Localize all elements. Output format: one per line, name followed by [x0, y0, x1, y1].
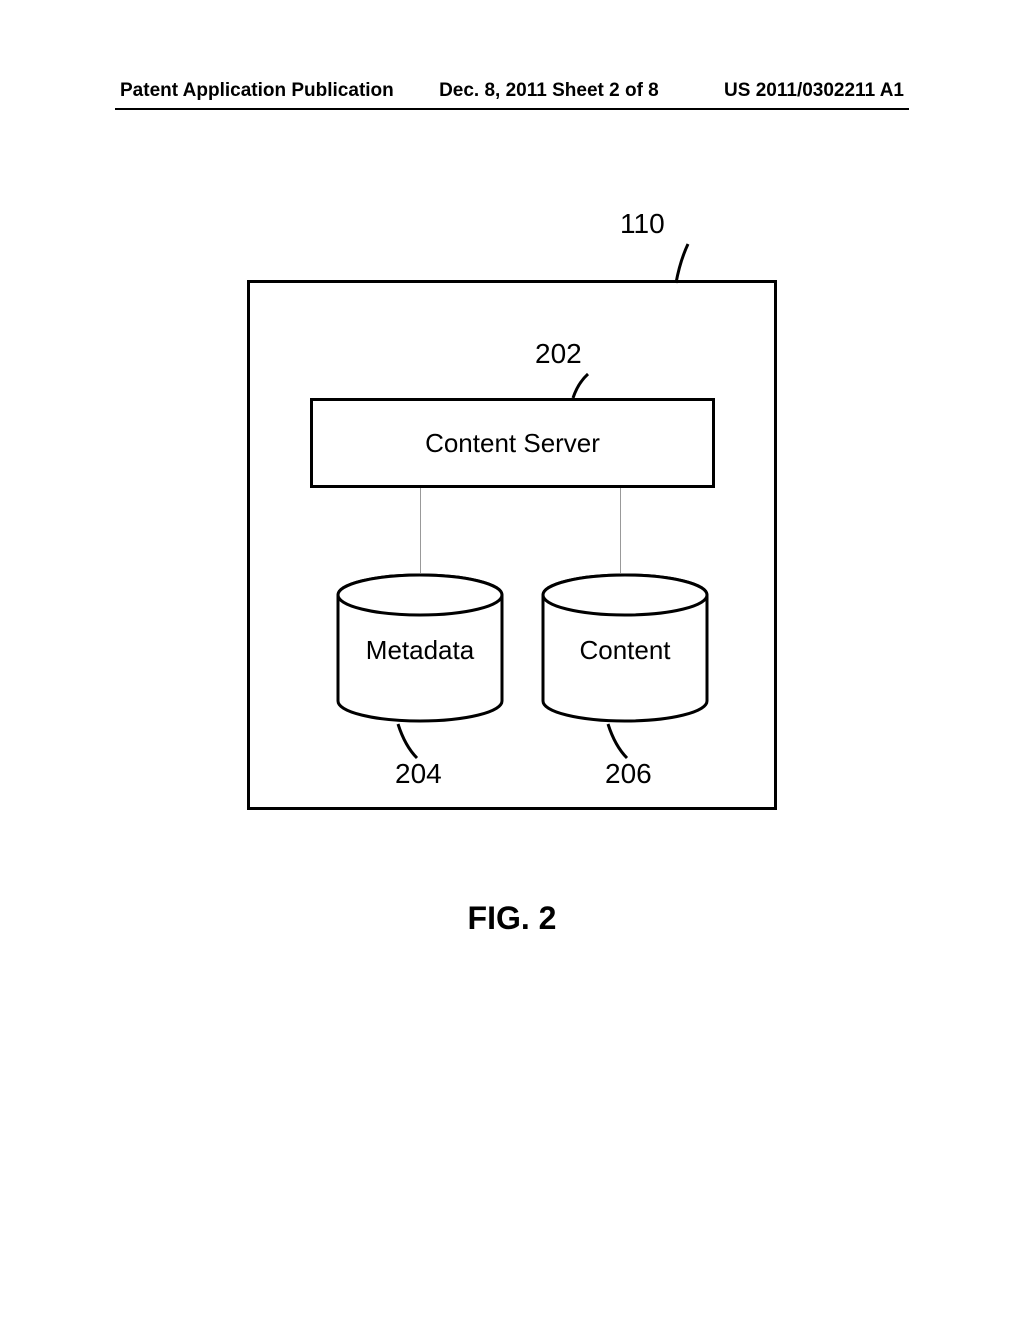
connector-line — [420, 488, 421, 573]
content-label: Content — [540, 635, 710, 666]
ref-label-206: 206 — [605, 758, 652, 790]
leader-line-icon — [670, 241, 710, 286]
leader-line-icon — [395, 721, 425, 761]
connector-line — [620, 488, 621, 573]
content-server-box: Content Server — [310, 398, 715, 488]
header-sheet-info: Dec. 8, 2011 Sheet 2 of 8 — [439, 80, 659, 102]
leader-line-icon — [570, 371, 605, 401]
leader-line-icon — [605, 721, 635, 761]
content-database-icon: Content — [540, 573, 710, 723]
metadata-label: Metadata — [335, 635, 505, 666]
ref-label-110: 110 — [620, 208, 665, 240]
header-divider — [115, 108, 909, 110]
header-publication: Patent Application Publication — [120, 80, 394, 102]
ref-label-202: 202 — [535, 338, 582, 370]
system-box: 110 202 Content Server Metadata — [247, 280, 777, 810]
header-us-number: US 2011/0302211 A1 — [724, 80, 904, 102]
page-header: Patent Application Publication Dec. 8, 2… — [0, 80, 1024, 102]
figure-caption: FIG. 2 — [468, 900, 557, 937]
metadata-database-icon: Metadata — [335, 573, 505, 723]
diagram-container: 110 202 Content Server Metadata — [0, 280, 1024, 937]
content-server-label: Content Server — [425, 428, 600, 459]
ref-label-204: 204 — [395, 758, 442, 790]
